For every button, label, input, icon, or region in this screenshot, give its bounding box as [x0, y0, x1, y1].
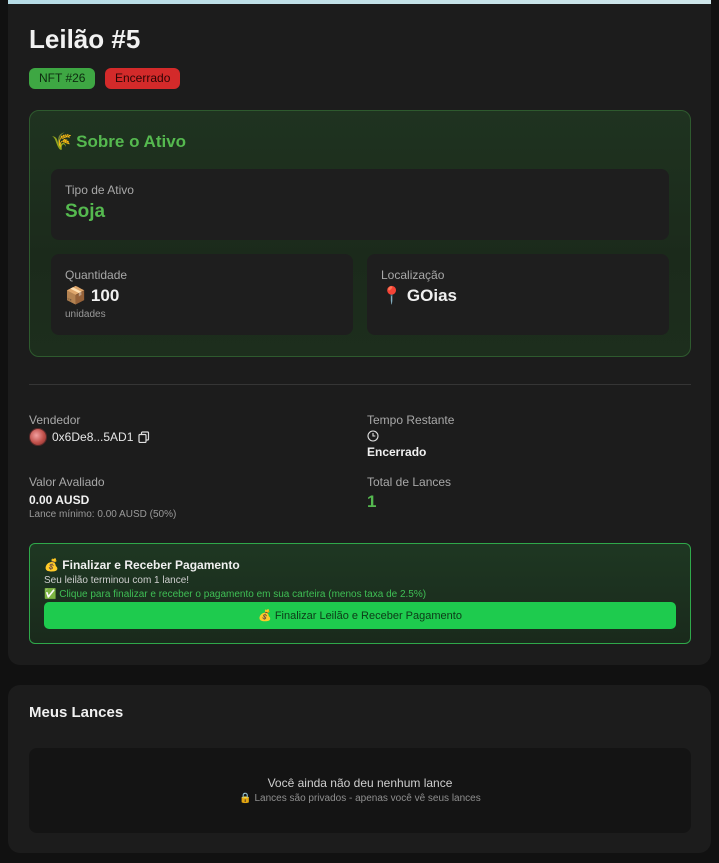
money-bag-icon: 💰	[44, 558, 59, 572]
valuation-value: 0.00 AUSD	[29, 493, 90, 507]
location-value-row: 📍 GOias	[381, 286, 457, 306]
lock-icon: 🔒	[239, 793, 252, 804]
valuation-label: Valor Avaliado	[29, 475, 105, 489]
quantity-label: Quantidade	[65, 268, 128, 282]
time-remaining-value: Encerrado	[367, 445, 427, 459]
asset-heading-label: Sobre o Ativo	[76, 132, 187, 151]
time-remaining-label: Tempo Restante	[367, 413, 455, 427]
privacy-note-row: 🔒 Lances são privados - apenas você vê s…	[29, 793, 691, 804]
asset-type-value: Soja	[65, 201, 106, 222]
quantity-value-row: 📦 100	[65, 286, 119, 306]
wheat-icon: 🌾	[51, 132, 73, 151]
asset-heading: 🌾 Sobre o Ativo	[51, 132, 186, 152]
payment-title: Finalizar e Receber Pagamento	[62, 558, 240, 572]
total-bids-label: Total de Lances	[367, 475, 452, 489]
top-accent-bar	[8, 0, 711, 4]
clock-icon	[367, 430, 379, 442]
page-title: Leilão #5	[29, 24, 141, 54]
my-bids-title: Meus Lances	[29, 704, 124, 721]
payment-subtitle: Seu leilão terminou com 1 lance!	[44, 575, 190, 586]
status-badge: Encerrado	[105, 68, 181, 89]
payment-hint: Clique para finalizar e receber o pagame…	[59, 589, 427, 600]
finalize-button-label: Finalizar Leilão e Receber Pagamento	[274, 609, 462, 622]
copy-icon[interactable]	[138, 431, 150, 443]
package-icon: 📦	[65, 286, 87, 305]
location-value: GOias	[406, 286, 457, 305]
money-bag-icon: 💰	[258, 610, 272, 622]
location-label: Localização	[381, 268, 445, 282]
seller-address: 0x6De8...5AD1	[52, 430, 134, 444]
section-divider	[29, 384, 691, 385]
quantity-unit: unidades	[65, 309, 106, 320]
total-bids-value: 1	[367, 492, 377, 511]
payment-title-row: 💰 Finalizar e Receber Pagamento	[44, 558, 240, 572]
avatar	[29, 428, 47, 446]
my-bids-empty-state	[29, 748, 691, 833]
privacy-note: Lances são privados - apenas você vê seu…	[254, 793, 481, 804]
payment-hint-row: ✅ Clique para finalizar e receber o paga…	[44, 589, 426, 600]
seller-label: Vendedor	[29, 413, 81, 427]
seller-address-row[interactable]: 0x6De8...5AD1	[29, 428, 150, 446]
pin-icon: 📍	[381, 286, 403, 305]
check-icon: ✅	[44, 589, 57, 600]
finalize-auction-button[interactable]: 💰 Finalizar Leilão e Receber Pagamento	[44, 602, 676, 629]
nft-badge: NFT #26	[29, 68, 96, 89]
quantity-value: 100	[90, 286, 120, 305]
asset-type-label: Tipo de Ativo	[65, 183, 134, 197]
min-bid-note: Lance mínimo: 0.00 AUSD (50%)	[29, 509, 177, 520]
asset-type-card	[51, 169, 669, 240]
empty-bids-message: Você ainda não deu nenhum lance	[267, 776, 453, 790]
